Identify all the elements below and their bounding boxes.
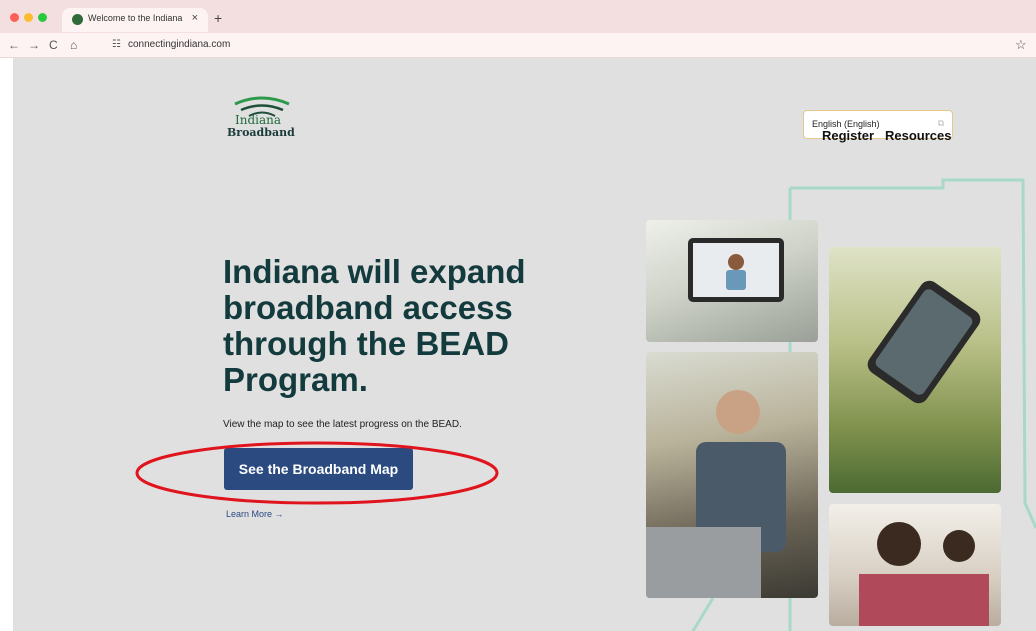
photo-tablet-video-call: [646, 220, 818, 342]
hero-headline: Indiana will expand broadband access thr…: [223, 253, 526, 398]
forward-icon[interactable]: →: [28, 38, 40, 52]
maximize-window-button[interactable]: [38, 13, 47, 22]
reload-icon[interactable]: C: [49, 38, 58, 52]
minimize-window-button[interactable]: [24, 13, 33, 22]
logo-text-indiana: Indiana: [235, 113, 282, 127]
tab-title: Welcome to the Indiana Broa: [88, 13, 184, 23]
url-text[interactable]: connectingindiana.com: [128, 39, 230, 50]
nav-resources-link[interactable]: Resources: [885, 128, 951, 143]
see-broadband-map-button[interactable]: See the Broadband Map: [224, 448, 413, 490]
hero-subtext: View the map to see the latest progress …: [223, 419, 462, 430]
page-content: Indiana Broadband English (English) ⧉ Re…: [13, 58, 1036, 631]
new-tab-button[interactable]: +: [214, 11, 222, 25]
site-info-icon[interactable]: ☷: [112, 39, 121, 50]
bookmark-star-icon[interactable]: ☆: [1015, 37, 1027, 53]
photo-hand-holding-smartphone: [829, 247, 1001, 493]
logo-text-broadband: Broadband: [227, 126, 295, 139]
photo-children-with-tablet: [829, 504, 1001, 626]
learn-more-link[interactable]: Learn More →: [226, 509, 284, 519]
photo-man-on-phone-laptop: [646, 352, 818, 598]
back-icon[interactable]: ←: [8, 38, 20, 52]
nav-register-link[interactable]: Register: [822, 128, 874, 143]
browser-tab-bar: Welcome to the Indiana Broa × +: [0, 0, 1036, 33]
favicon-icon: [72, 14, 83, 25]
tab-close-icon[interactable]: ×: [192, 12, 198, 24]
browser-toolbar: ← → C ⌂ ☷ connectingindiana.com ☆: [0, 33, 1036, 58]
address-bar[interactable]: ☷ connectingindiana.com: [100, 36, 1004, 55]
home-icon[interactable]: ⌂: [70, 38, 77, 52]
active-tab[interactable]: Welcome to the Indiana Broa ×: [62, 8, 208, 32]
close-window-button[interactable]: [10, 13, 19, 22]
